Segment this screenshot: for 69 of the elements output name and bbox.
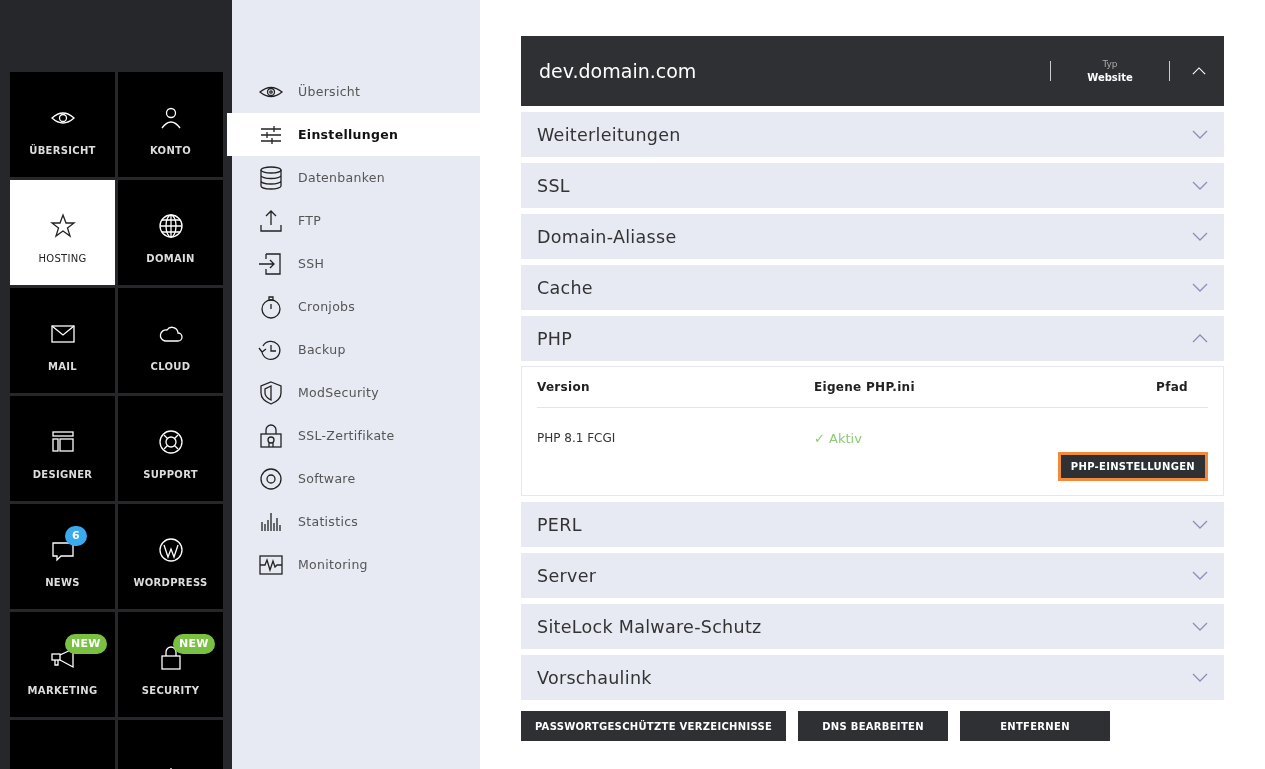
nav-tile[interactable]: DOMAIN	[118, 180, 223, 285]
submenu-item[interactable]: FTP	[232, 199, 480, 242]
column-header: Eigene PHP.ini	[814, 380, 916, 394]
accordion-section[interactable]: Cache	[521, 265, 1224, 310]
submenu-item[interactable]: Übersicht	[232, 70, 480, 113]
nav-tile[interactable]: KONTO	[118, 72, 223, 177]
nav-tile[interactable]: WORDPRESS	[118, 504, 223, 609]
certificate-lock-icon	[258, 422, 284, 449]
accordion-section[interactable]: Domain-Aliasse	[521, 214, 1224, 259]
stopwatch-icon	[258, 293, 284, 320]
submenu-item[interactable]: Software	[232, 457, 480, 500]
caret-icon	[1192, 571, 1208, 580]
caret-icon	[1192, 334, 1208, 343]
submenu-item[interactable]: SSH	[232, 242, 480, 285]
submenu-item[interactable]: Einstellungen	[227, 113, 480, 156]
type-label: Typ	[1102, 59, 1118, 69]
action-button[interactable]: ENTFERNEN	[960, 711, 1110, 741]
nav-tile[interactable]: DESIGNER	[10, 396, 115, 501]
count-badge: 6	[65, 526, 87, 546]
submenu-item[interactable]: Monitoring	[232, 543, 480, 586]
submenu-item[interactable]: Datenbanken	[232, 156, 480, 199]
lifebuoy-icon	[157, 429, 184, 455]
nav-tile[interactable]: CLOUD	[118, 288, 223, 393]
nav-tile[interactable]: MAIL	[10, 288, 115, 393]
action-button[interactable]: PASSWORTGESCHÜTZTE VERZEICHNISSE	[521, 711, 786, 741]
submenu-item[interactable]: Cronjobs	[232, 285, 480, 328]
star-icon	[49, 213, 76, 239]
caret-icon	[1192, 622, 1208, 631]
caret-icon	[1192, 283, 1208, 292]
submenu-item[interactable]: Statistics	[232, 500, 480, 543]
column-header: Version	[537, 380, 591, 394]
caret-icon	[1192, 520, 1208, 529]
login-icon	[258, 250, 284, 277]
accordion-section[interactable]: PHP	[521, 316, 1224, 361]
accordion-section[interactable]: Vorschaulink	[521, 655, 1224, 700]
layout-icon	[49, 429, 76, 455]
nav-tile[interactable]: ÜBERSICHT	[10, 72, 115, 177]
globe-icon	[157, 213, 184, 239]
domain-title: dev.domain.com	[539, 60, 698, 82]
php-settings-button[interactable]: PHP-EINSTELLUNGEN	[1057, 452, 1208, 481]
table-cell-text: PHP 8.1 FCGI	[537, 431, 617, 445]
nav-tile[interactable]: 6 NEWS	[10, 504, 115, 609]
accordion-section[interactable]: SiteLock Malware-Schutz	[521, 604, 1224, 649]
disc-icon	[258, 465, 284, 492]
submenu-item[interactable]: ModSecurity	[232, 371, 480, 414]
table-cell-text: ✓ Aktiv	[814, 430, 863, 446]
database-icon	[258, 164, 284, 191]
accordion-section[interactable]: PERL	[521, 502, 1224, 547]
nav-tile[interactable]: HOSTING	[10, 180, 115, 285]
column-header: Pfad	[1156, 380, 1188, 394]
caret-icon	[1192, 673, 1208, 682]
shield-icon	[258, 379, 284, 406]
nav-tile[interactable]: NEW SECURITY	[118, 612, 223, 717]
submenu-item[interactable]: SSL-Zertifikate	[232, 414, 480, 457]
nav-tile[interactable]: SUPPORT	[118, 396, 223, 501]
accordion-section[interactable]: Weiterleitungen	[521, 112, 1224, 157]
caret-icon	[1192, 130, 1208, 139]
nav-tile[interactable]: NEW MARKETING	[10, 612, 115, 717]
submenu-item[interactable]: Backup	[232, 328, 480, 371]
new-badge: NEW	[173, 634, 215, 654]
wordpress-icon	[157, 537, 184, 563]
accordion-section[interactable]: Server	[521, 553, 1224, 598]
accordion-section[interactable]: SSL	[521, 163, 1224, 208]
action-button[interactable]: DNS BEARBEITEN	[798, 711, 948, 741]
caret-icon	[1192, 232, 1208, 241]
new-badge: NEW	[65, 634, 107, 654]
caret-icon	[1192, 181, 1208, 190]
caret-icon	[1192, 66, 1206, 76]
type-value: Website	[1087, 72, 1133, 83]
